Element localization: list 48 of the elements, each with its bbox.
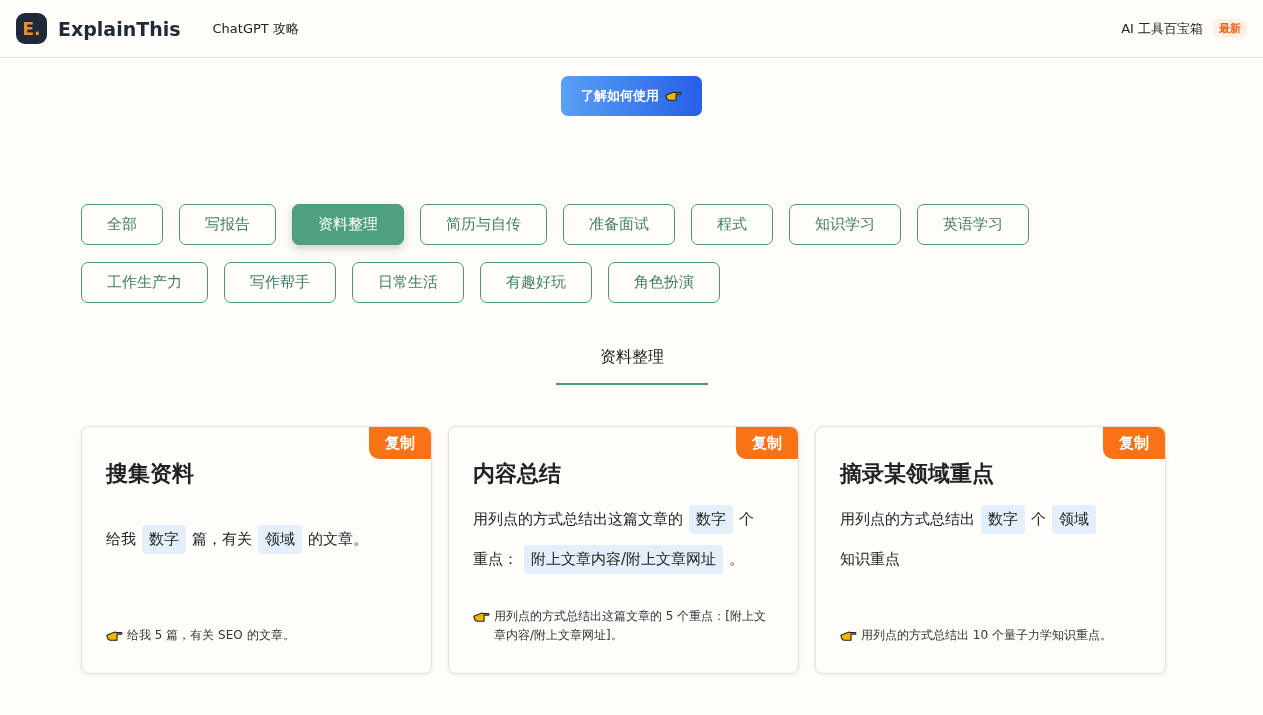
category-tab[interactable]: 角色扮演 [608,262,720,303]
prompt-text: 知识重点 [840,549,900,570]
category-tab[interactable]: 知识学习 [789,204,901,245]
prompt-text: 。 [729,549,745,570]
placeholder-tag: 领域 [258,524,302,554]
pointing-hand-icon [106,630,123,642]
prompt-text: 重点： [473,549,518,570]
nav-link[interactable]: ChatGPT 攻略 [212,19,299,38]
nav-link[interactable]: AI 工具百宝箱 [1121,19,1203,38]
category-tab[interactable]: 程式 [691,204,773,245]
category-tab[interactable]: 全部 [81,204,163,245]
placeholder-tag: 附上文章内容/附上文章网址 [524,544,724,574]
category-tab[interactable]: 工作生产力 [81,262,208,303]
category-tab[interactable]: 写报告 [179,204,276,245]
card-title: 摘录某领域重点 [840,460,995,488]
copy-button[interactable]: 复制 [1103,427,1165,459]
placeholder-tag: 数字 [981,504,1025,534]
category-tab[interactable]: 资料整理 [292,204,404,245]
prompt-text: 给我 [106,529,136,550]
copy-button[interactable]: 复制 [369,427,431,459]
prompt-text: 个 [739,509,754,530]
prompt-text: 的文章。 [308,529,368,550]
example-text: 给我 5 篇，有关 SEO 的文章。 [127,627,295,644]
prompt-text: 篇，有关 [192,529,252,550]
category-tab[interactable]: 日常生活 [352,262,464,303]
category-tab[interactable]: 准备面试 [563,204,675,245]
prompt-text: 用列点的方式总结出这篇文章的 [473,509,683,530]
placeholder-tag: 数字 [142,524,186,554]
placeholder-tag: 领域 [1052,504,1096,534]
category-tab[interactable]: 有趣好玩 [480,262,592,303]
card-title: 搜集资料 [106,460,195,488]
category-tab[interactable]: 英语学习 [917,204,1029,245]
prompt-text: 用列点的方式总结出 [840,509,975,530]
how-to-use-button[interactable]: 了解如何使用 [561,76,702,116]
copy-button[interactable]: 复制 [736,427,798,459]
pointing-hand-icon [665,90,682,102]
logo-link[interactable]: E. ExplainThis [16,13,181,44]
card-title: 内容总结 [473,460,562,488]
example-text: 用列点的方式总结出这篇文章的 5 个重点：[附上文章内容/附上文章网址]。 [494,608,767,644]
category-tab[interactable]: 写作帮手 [224,262,336,303]
pointing-hand-icon [473,611,490,623]
example-text: 用列点的方式总结出 10 个量子力学知识重点。 [861,627,1112,644]
placeholder-tag: 数字 [689,504,733,534]
category-tab[interactable]: 简历与自传 [420,204,547,245]
prompt-text: 个 [1031,509,1046,530]
pointing-hand-icon [840,630,857,642]
new-badge: 最新 [1213,19,1247,38]
section-title: 资料整理 [555,347,708,385]
